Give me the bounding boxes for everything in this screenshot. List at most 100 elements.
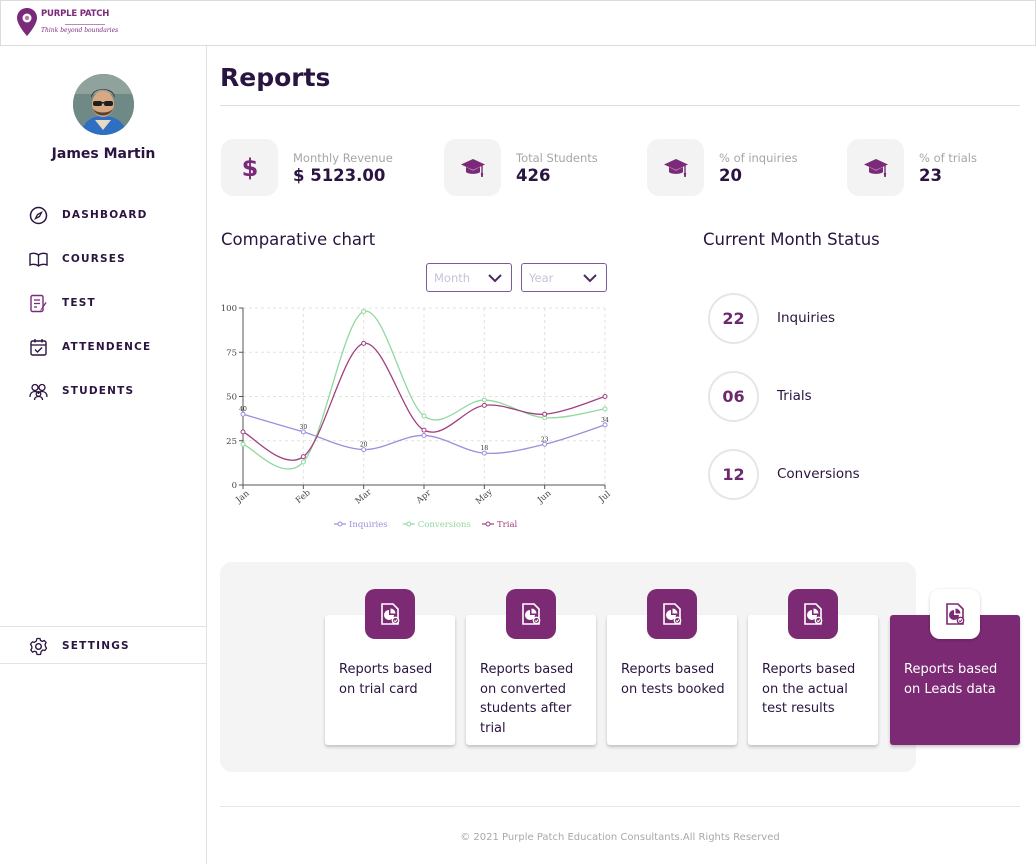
report-card-converted[interactable]: Reports based on converted students afte…	[466, 589, 596, 745]
month-select-placeholder: Month	[434, 271, 471, 285]
data-label: 30	[300, 424, 308, 431]
report-card-label: Reports based on tests booked	[621, 662, 725, 697]
graduation-cap-icon	[647, 139, 704, 196]
data-point-trial	[542, 411, 548, 417]
data-point-trial	[481, 402, 487, 408]
nav-item-courses[interactable]: COURSES	[29, 249, 126, 269]
stat-percent-trials: % of trials 23	[847, 139, 977, 196]
x-tick-label: Mar	[354, 487, 375, 507]
user-name: James Martin	[51, 146, 156, 162]
nav-item-students[interactable]: STUDENTS	[29, 381, 134, 401]
test-sheet-icon	[29, 294, 48, 313]
nav-item-attendence[interactable]: ATTENDENCE	[29, 337, 151, 357]
title-divider	[220, 105, 1020, 106]
report-card-tests-booked[interactable]: Reports based on tests booked	[607, 589, 737, 745]
stat-value: 426	[516, 165, 551, 185]
report-card-label: Reports based on trial card	[339, 662, 433, 697]
settings-section: SETTINGS	[0, 626, 207, 664]
stat-label: % of inquiries	[719, 150, 798, 165]
month-select[interactable]: Month	[426, 263, 512, 292]
students-icon	[29, 382, 48, 401]
data-label: 18	[481, 445, 489, 452]
nav-item-settings[interactable]: SETTINGS	[29, 636, 130, 656]
y-tick-label: 50	[226, 393, 237, 403]
current-month-title: Current Month Status	[703, 230, 880, 249]
y-tick-label: 75	[226, 348, 237, 358]
conversions-count: 12	[708, 449, 759, 500]
brand-tagline: Think beyond boundaries	[41, 26, 119, 34]
data-label: 34	[601, 417, 609, 424]
graduation-cap-icon	[444, 139, 501, 196]
brand-name: PURPLE PATCH	[41, 9, 110, 20]
report-card-leads[interactable]: Reports based on Leads data	[890, 589, 1020, 745]
legend-marker-dot	[406, 521, 412, 527]
stat-monthly-revenue: $ Monthly Revenue $ 5123.00	[221, 139, 393, 196]
graduation-cap-icon	[847, 139, 904, 196]
conversions-label: Conversions	[777, 466, 860, 482]
footer-divider	[220, 806, 1020, 807]
y-tick-label: 100	[221, 304, 237, 314]
x-tick-label: Jun	[535, 488, 554, 506]
x-tick-label: May	[474, 487, 495, 507]
avatar[interactable]	[73, 74, 134, 135]
legend-marker-dot	[337, 521, 343, 527]
sidebar: James Martin DASHBOARD COURSES TEST ATTE…	[0, 46, 207, 864]
data-point-conversions	[602, 406, 608, 412]
compass-icon	[29, 206, 48, 225]
nav-item-test[interactable]: TEST	[29, 293, 96, 313]
report-card-label: Reports based on Leads data	[904, 662, 998, 697]
legend-label: Conversions	[418, 520, 471, 530]
trials-label: Trials	[777, 388, 812, 404]
y-tick-label: 0	[232, 481, 237, 491]
data-point-conversions	[361, 309, 367, 315]
stat-value: 23	[919, 165, 942, 185]
inquiries-label: Inquiries	[777, 310, 836, 326]
data-point-conversions	[481, 397, 487, 403]
trials-count: 06	[708, 371, 759, 422]
stat-label: Total Students	[516, 150, 598, 165]
brand-logo[interactable]: PURPLE PATCH Think beyond boundaries	[16, 7, 118, 37]
data-label: 20	[360, 442, 368, 449]
dollar-icon: $	[221, 139, 278, 196]
chevron-down-icon	[488, 274, 502, 283]
x-tick-label: Apr	[414, 488, 434, 507]
brand-divider	[65, 23, 105, 25]
inquiries-count: 22	[708, 293, 759, 344]
data-point-trial	[300, 454, 306, 460]
comparative-chart-title: Comparative chart	[221, 230, 376, 249]
year-select[interactable]: Year	[521, 263, 607, 292]
report-chart-icon	[365, 589, 415, 639]
legend-marker-dot	[485, 521, 491, 527]
report-chart-icon	[930, 589, 980, 639]
data-point-trial	[421, 427, 427, 433]
data-point-trial	[361, 340, 367, 346]
comparative-line-chart: 0255075100Jan Feb Mar Apr May Jun Jul403020182…	[221, 304, 613, 530]
report-card-trial[interactable]: Reports based on trial card	[325, 589, 455, 745]
data-point-trial	[602, 394, 608, 399]
top-bar: PURPLE PATCH Think beyond boundaries	[0, 0, 1036, 46]
stat-label: % of trials	[919, 150, 977, 165]
stat-value: $ 5123.00	[293, 165, 386, 185]
location-pin-icon	[16, 7, 38, 37]
y-tick-label: 25	[226, 437, 237, 447]
report-chart-icon	[647, 589, 697, 639]
gear-icon	[29, 637, 48, 656]
data-point-conversions	[300, 459, 306, 465]
nav-label: SETTINGS	[62, 640, 130, 652]
report-card-label: Reports based on converted students afte…	[480, 662, 574, 736]
nav-label: STUDENTS	[62, 385, 135, 397]
svg-text:$: $	[241, 154, 258, 182]
legend-label: Trial	[497, 520, 518, 530]
book-icon	[29, 250, 48, 269]
data-point-conversions	[240, 441, 246, 447]
stat-label: Monthly Revenue	[293, 150, 393, 165]
nav-label: COURSES	[62, 253, 126, 265]
calendar-check-icon	[29, 338, 48, 357]
stat-total-students: Total Students 426	[444, 139, 598, 196]
x-tick-label: Feb	[294, 488, 313, 506]
data-label: 40	[239, 406, 247, 413]
report-card-test-results[interactable]: Reports based on the actual test results	[748, 589, 878, 745]
year-select-placeholder: Year	[529, 271, 554, 285]
footer-copyright: © 2021 Purple Patch Education Consultant…	[460, 832, 780, 843]
nav-item-dashboard[interactable]: DASHBOARD	[29, 205, 148, 225]
